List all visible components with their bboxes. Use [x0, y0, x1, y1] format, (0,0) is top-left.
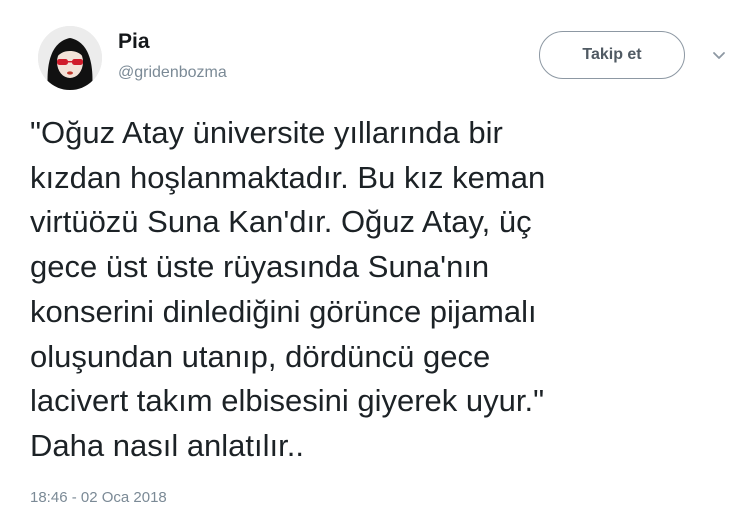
- tweet-text: "Oğuz Atay üniversite yıllarında bir kız…: [30, 111, 720, 469]
- tweet-text-line: lacivert takım elbisesini giyerek uyur.": [30, 383, 545, 419]
- tweet-text-line: oluşundan utanıp, dördüncü gece: [30, 338, 491, 374]
- tweet-text-line: gece üst üste rüyasında Suna'nın: [30, 249, 490, 285]
- follow-button[interactable]: Takip et: [539, 31, 685, 79]
- tweet-text-line: kızdan hoşlanmaktadır. Bu kız keman: [30, 159, 546, 195]
- chevron-down-icon[interactable]: [708, 48, 730, 64]
- avatar[interactable]: [38, 26, 102, 90]
- tweet-text-line: Daha nasıl anlatılır..: [30, 427, 304, 463]
- follow-button-label: Takip et: [582, 46, 642, 63]
- user-handle[interactable]: @gridenbozma: [118, 64, 227, 82]
- tweet-timestamp[interactable]: 18:46 - 02 Oca 2018: [30, 489, 167, 506]
- tweet-text-line: konserini dinlediğini görünce pijamalı: [30, 293, 537, 329]
- tweet-card: Pia @gridenbozma Takip et "Oğuz Atay üni…: [0, 0, 750, 526]
- tweet-text-line: "Oğuz Atay üniversite yıllarında bir: [30, 115, 503, 150]
- user-name[interactable]: Pia: [118, 30, 150, 54]
- avatar-icon: [38, 26, 102, 90]
- tweet-text-line: virtüözü Suna Kan'dır. Oğuz Atay, üç: [30, 204, 532, 240]
